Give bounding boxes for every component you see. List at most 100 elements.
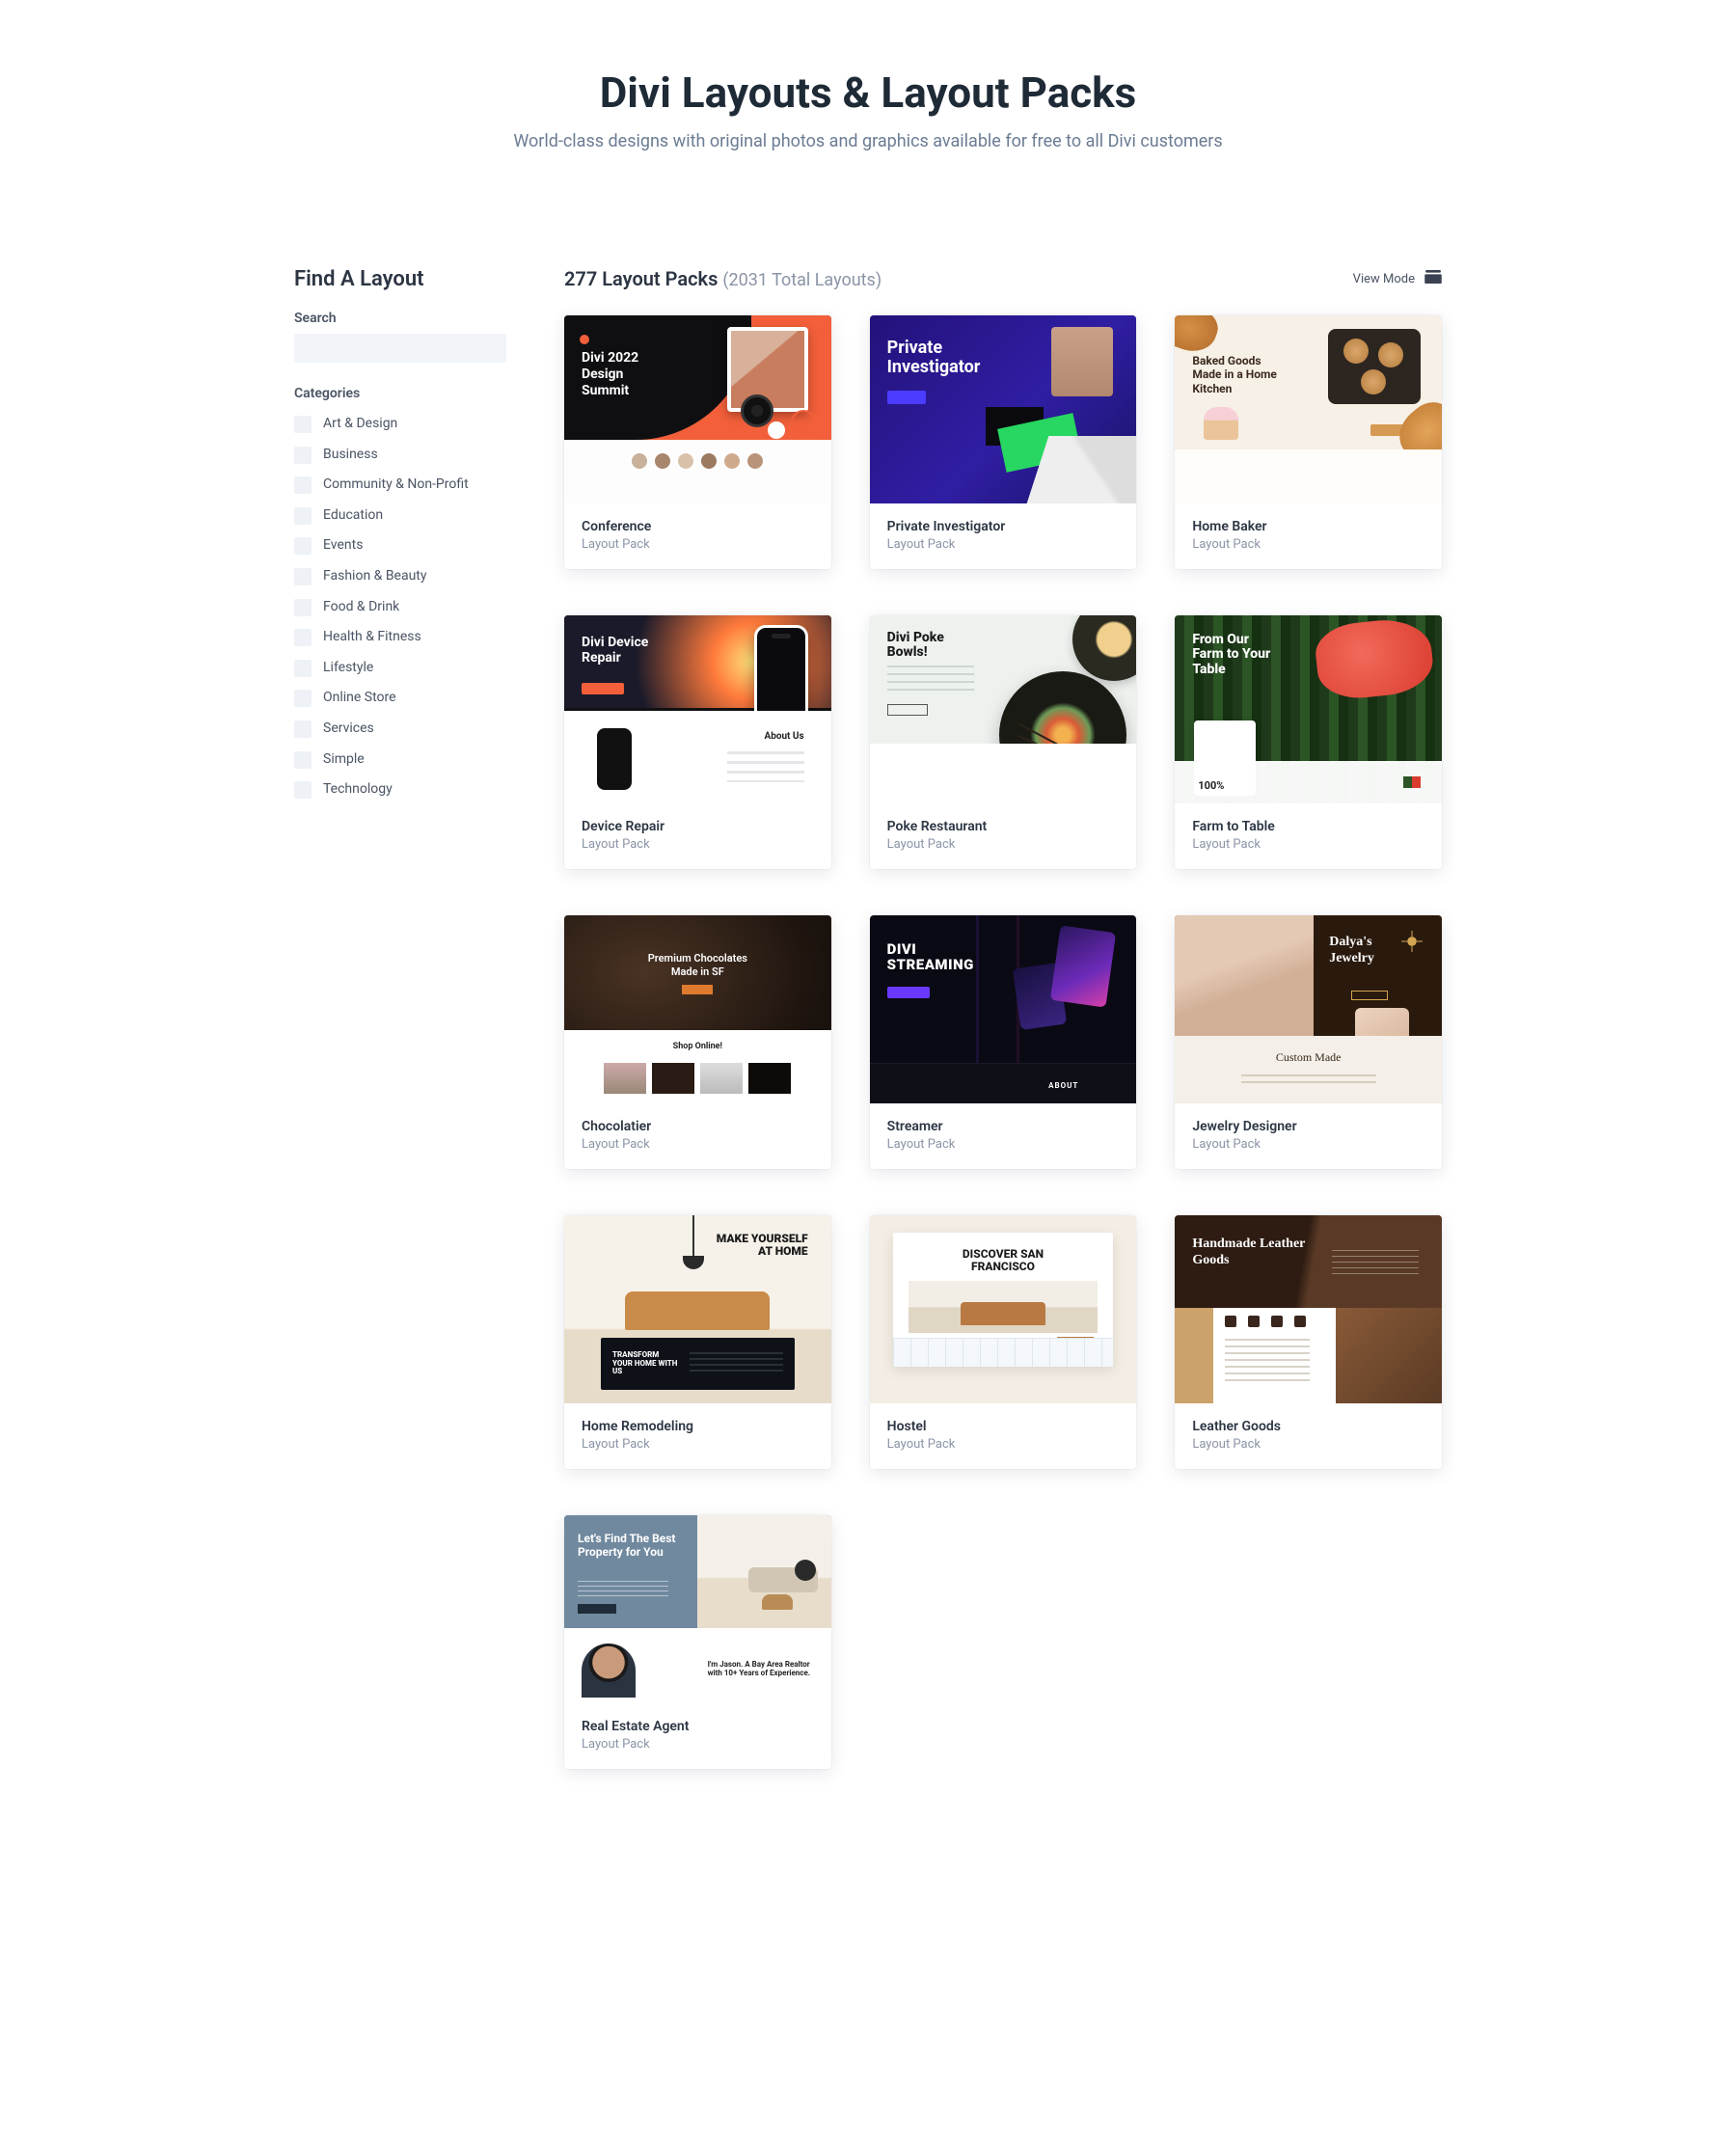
category-label: Online Store bbox=[323, 689, 396, 708]
layout-subtitle: Layout Pack bbox=[1192, 1437, 1424, 1452]
category-item[interactable]: Simple bbox=[294, 745, 506, 775]
layout-meta: Leather Goods Layout Pack bbox=[1175, 1403, 1442, 1469]
layout-card[interactable]: MAKE YOURSELF AT HOMETRANSFORM YOUR HOME… bbox=[564, 1215, 831, 1469]
layout-meta: Conference Layout Pack bbox=[564, 503, 831, 569]
content: 277 Layout Packs (2031 Total Layouts) Vi… bbox=[564, 267, 1442, 1769]
layout-meta: Poke Restaurant Layout Pack bbox=[870, 803, 1137, 869]
layout-thumbnail: Dalya's JewelryCustom Made bbox=[1175, 915, 1442, 1103]
category-label: Simple bbox=[323, 750, 365, 770]
category-label: Business bbox=[323, 446, 378, 465]
checkbox-icon bbox=[294, 476, 312, 494]
category-item[interactable]: Art & Design bbox=[294, 409, 506, 440]
layout-card[interactable]: Dalya's JewelryCustom MadeJewelry Design… bbox=[1175, 915, 1442, 1169]
category-label: Fashion & Beauty bbox=[323, 567, 427, 586]
category-item[interactable]: Technology bbox=[294, 775, 506, 805]
hero: Divi Layouts & Layout Packs World-class … bbox=[294, 39, 1442, 267]
stack-icon bbox=[1424, 270, 1442, 287]
checkbox-icon bbox=[294, 416, 312, 433]
layout-card[interactable]: Baked Goods Made in a Home KitchenHome B… bbox=[1175, 315, 1442, 569]
layout-meta: Farm to Table Layout Pack bbox=[1175, 803, 1442, 869]
layout-title: Hostel bbox=[887, 1419, 1120, 1434]
layout-card[interactable]: Handmade Leather GoodsLeather Goods Layo… bbox=[1175, 1215, 1442, 1469]
checkbox-icon bbox=[294, 629, 312, 646]
category-item[interactable]: Lifestyle bbox=[294, 653, 506, 684]
layout-title: Device Repair bbox=[582, 819, 814, 834]
results-count-total: (2031 Total Layouts) bbox=[722, 270, 882, 290]
layout-subtitle: Layout Pack bbox=[887, 1437, 1120, 1452]
results-count-number: 277 Layout Packs bbox=[564, 267, 718, 290]
layout-meta: Device Repair Layout Pack bbox=[564, 803, 831, 869]
layout-card[interactable]: Premium Chocolates Made in SFShop Online… bbox=[564, 915, 831, 1169]
layout-thumbnail: From Our Farm to Your Table100% bbox=[1175, 615, 1442, 803]
layout-subtitle: Layout Pack bbox=[887, 537, 1120, 552]
content-header: 277 Layout Packs (2031 Total Layouts) Vi… bbox=[564, 267, 1442, 290]
category-label: Education bbox=[323, 506, 383, 526]
category-item[interactable]: Events bbox=[294, 530, 506, 561]
checkbox-icon bbox=[294, 751, 312, 769]
layout-title: Poke Restaurant bbox=[887, 819, 1120, 834]
layout-subtitle: Layout Pack bbox=[887, 1137, 1120, 1152]
layout-thumbnail: Premium Chocolates Made in SFShop Online… bbox=[564, 915, 831, 1103]
layout-card[interactable]: From Our Farm to Your Table100%Farm to T… bbox=[1175, 615, 1442, 869]
layout-subtitle: Layout Pack bbox=[582, 837, 814, 852]
layout-card[interactable]: Private InvestigatorPrivate Investigator… bbox=[870, 315, 1137, 569]
layout-subtitle: Layout Pack bbox=[582, 537, 814, 552]
layout-subtitle: Layout Pack bbox=[1192, 1137, 1424, 1152]
layout-title: Farm to Table bbox=[1192, 819, 1424, 834]
checkbox-icon bbox=[294, 599, 312, 616]
layout-subtitle: Layout Pack bbox=[1192, 837, 1424, 852]
category-label: Events bbox=[323, 536, 363, 556]
sidebar-title: Find A Layout bbox=[294, 267, 506, 291]
layout-title: Leather Goods bbox=[1192, 1419, 1424, 1434]
category-item[interactable]: Community & Non-Profit bbox=[294, 470, 506, 501]
layout-meta: Home Remodeling Layout Pack bbox=[564, 1403, 831, 1469]
layout-card[interactable]: DIVI STREAMINGABOUTStreamer Layout Pack bbox=[870, 915, 1137, 1169]
layout-title: Conference bbox=[582, 519, 814, 534]
layout-title: Private Investigator bbox=[887, 519, 1120, 534]
checkbox-icon bbox=[294, 447, 312, 464]
category-label: Services bbox=[323, 720, 374, 739]
layout-card[interactable]: Divi 2022 Design SummitConference Layout… bbox=[564, 315, 831, 569]
layout-subtitle: Layout Pack bbox=[582, 1437, 814, 1452]
layout-subtitle: Layout Pack bbox=[1192, 537, 1424, 552]
category-item[interactable]: Fashion & Beauty bbox=[294, 561, 506, 592]
category-label: Community & Non-Profit bbox=[323, 476, 469, 495]
layout-subtitle: Layout Pack bbox=[582, 1137, 814, 1152]
category-item[interactable]: Online Store bbox=[294, 683, 506, 714]
layout-meta: Hostel Layout Pack bbox=[870, 1403, 1137, 1469]
layout-card[interactable]: Divi Poke Bowls!Poke Restaurant Layout P… bbox=[870, 615, 1137, 869]
search-input[interactable] bbox=[294, 334, 506, 363]
layout-title: Chocolatier bbox=[582, 1119, 814, 1134]
view-mode-label: View Mode bbox=[1353, 272, 1415, 286]
categories-label: Categories bbox=[294, 386, 506, 401]
layout-card[interactable]: DISCOVER SAN FRANCISCOHostel Layout Pack bbox=[870, 1215, 1137, 1469]
category-item[interactable]: Education bbox=[294, 501, 506, 531]
category-list: Art & Design Business Community & Non-Pr… bbox=[294, 409, 506, 805]
category-label: Technology bbox=[323, 780, 393, 800]
layout-card[interactable]: Let's Find The Best Property for YouI'm … bbox=[564, 1515, 831, 1769]
layout-subtitle: Layout Pack bbox=[887, 837, 1120, 852]
category-item[interactable]: Business bbox=[294, 440, 506, 471]
category-label: Lifestyle bbox=[323, 659, 373, 678]
layout-thumbnail: MAKE YOURSELF AT HOMETRANSFORM YOUR HOME… bbox=[564, 1215, 831, 1403]
layout-meta: Streamer Layout Pack bbox=[870, 1103, 1137, 1169]
checkbox-icon bbox=[294, 507, 312, 525]
category-item[interactable]: Health & Fitness bbox=[294, 622, 506, 653]
category-label: Food & Drink bbox=[323, 598, 399, 617]
page-subtitle: World-class designs with original photos… bbox=[294, 131, 1442, 151]
category-item[interactable]: Services bbox=[294, 714, 506, 745]
layout-meta: Real Estate Agent Layout Pack bbox=[564, 1703, 831, 1769]
page-title: Divi Layouts & Layout Packs bbox=[294, 68, 1442, 118]
layout-subtitle: Layout Pack bbox=[582, 1737, 814, 1752]
layout-grid: Divi 2022 Design SummitConference Layout… bbox=[564, 315, 1442, 1769]
layout-title: Real Estate Agent bbox=[582, 1719, 814, 1734]
layout-thumbnail: DIVI STREAMINGABOUT bbox=[870, 915, 1137, 1103]
layout-card[interactable]: Divi Device RepairAbout UsDevice Repair … bbox=[564, 615, 831, 869]
category-item[interactable]: Food & Drink bbox=[294, 592, 506, 623]
layout-thumbnail: Handmade Leather Goods bbox=[1175, 1215, 1442, 1403]
checkbox-icon bbox=[294, 537, 312, 555]
layout-thumbnail: Let's Find The Best Property for YouI'm … bbox=[564, 1515, 831, 1703]
layout-title: Home Baker bbox=[1192, 519, 1424, 534]
search-label: Search bbox=[294, 311, 506, 326]
view-mode-toggle[interactable]: View Mode bbox=[1353, 270, 1442, 287]
